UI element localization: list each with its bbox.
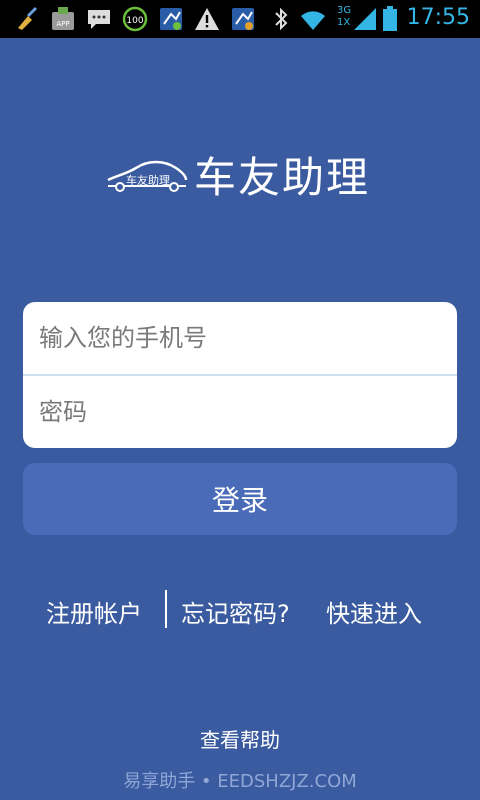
sync-upload-icon <box>160 8 182 30</box>
app-update-icon: APP <box>52 7 74 30</box>
register-link[interactable]: 注册帐户 <box>46 594 142 629</box>
app-title: 车友助理 <box>194 153 371 202</box>
password-input[interactable] <box>23 376 457 448</box>
help-link[interactable]: 查看帮助 <box>0 724 480 753</box>
status-bar: APP 100 3G 1X 17:55 <box>0 0 480 38</box>
chat-icon <box>88 10 110 29</box>
clock: 17:55 <box>406 5 470 30</box>
sync-settings-icon <box>232 8 254 30</box>
quick-enter-link[interactable]: 快速进入 <box>326 594 422 629</box>
forgot-password-link[interactable]: 忘记密码? <box>181 594 290 629</box>
svg-text:APP: APP <box>56 20 69 28</box>
network-type-label: 3G 1X <box>337 5 352 28</box>
battery-saver-100-icon: 100 <box>122 6 148 32</box>
app-logo: 车友助理 车友助理 <box>0 140 480 210</box>
svg-text:100: 100 <box>126 16 143 26</box>
login-button[interactable]: 登录 <box>23 463 457 535</box>
login-form <box>23 302 457 448</box>
car-logo-icon: 车友助理 <box>107 160 188 192</box>
watermark: 易享助手 • EEDSHZJZ.COM <box>123 771 357 792</box>
broom-icon <box>18 6 38 30</box>
wifi-icon <box>301 11 325 30</box>
auth-links: 注册帐户 忘记密码? 快速进入 <box>0 590 480 630</box>
battery-icon <box>383 6 397 31</box>
link-divider <box>165 590 167 628</box>
bluetooth-icon <box>275 7 288 31</box>
phone-input[interactable] <box>23 302 457 374</box>
signal-icon <box>354 8 376 30</box>
warning-icon <box>195 8 219 30</box>
svg-text:车友助理: 车友助理 <box>126 173 170 187</box>
